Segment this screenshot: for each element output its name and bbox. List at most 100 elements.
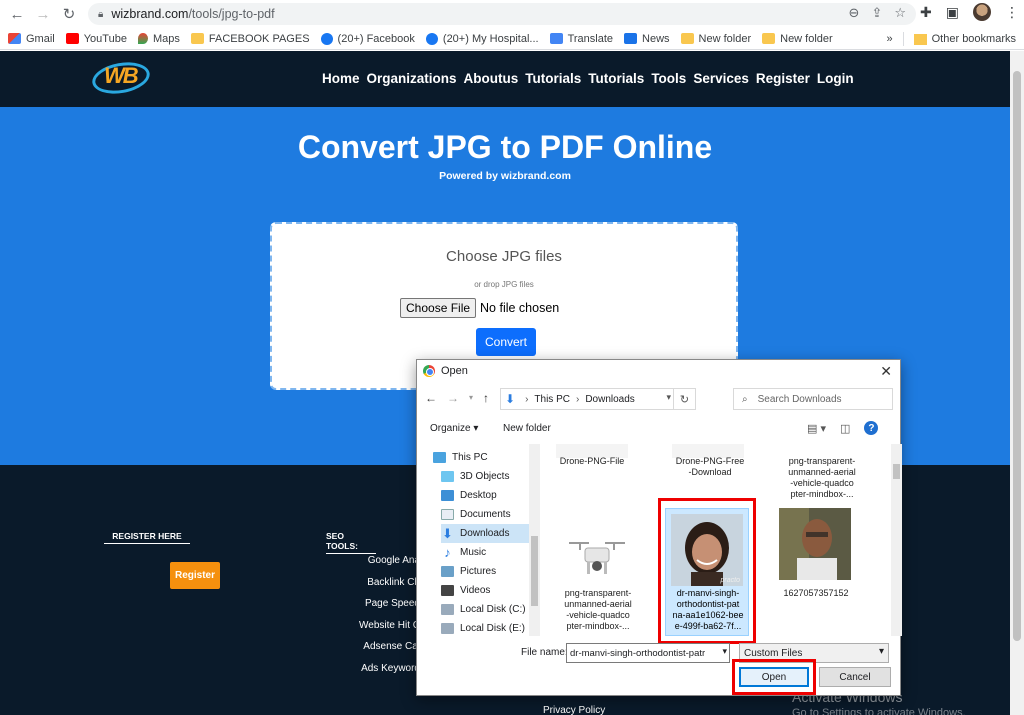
bookmark-my-hospital[interactable]: (20+) My Hospital...	[425, 32, 539, 45]
nav-login[interactable]: Login	[817, 71, 854, 86]
footer-link[interactable]: Page Speed	[354, 598, 420, 620]
music-icon: ♪	[444, 545, 451, 560]
preview-pane-icon[interactable]: ◫	[840, 422, 850, 435]
translate-icon	[549, 33, 563, 44]
footer-privacy-link[interactable]: Privacy Policy	[543, 705, 605, 715]
footer-link[interactable]: Website Hit C	[354, 620, 420, 642]
nav-tutorials-1[interactable]: Tutorials	[525, 71, 581, 86]
bookmark-new-folder-2[interactable]: New folder	[762, 33, 833, 45]
nav-item-videos[interactable]: Videos	[441, 581, 540, 600]
forward-arrow-icon[interactable]: →	[447, 391, 459, 405]
news-icon	[624, 33, 638, 44]
side-panel-icon[interactable]: ▣	[946, 4, 959, 21]
bookmark-new-folder-1[interactable]: New folder	[680, 33, 751, 45]
dialog-filename-row: File name: dr-manvi-singh-orthodontist-p…	[417, 641, 900, 665]
maps-icon	[137, 33, 148, 44]
cancel-button[interactable]: Cancel	[819, 667, 891, 687]
other-bookmarks[interactable]: Other bookmarks	[932, 33, 1016, 45]
profile-avatar[interactable]	[972, 3, 991, 21]
footer-link[interactable]: Backlink Ch	[354, 577, 420, 599]
address-bar[interactable]: 🔒︎ wizbrand.com/tools/jpg-to-pdf ⊖ ⇪ ☆	[88, 3, 916, 25]
help-icon[interactable]: ?	[864, 421, 879, 435]
nav-item-3d-objects[interactable]: 3D Objects	[441, 467, 540, 486]
organize-button[interactable]: Organize ▾	[430, 423, 478, 434]
nav-tools[interactable]: Tools	[651, 71, 686, 86]
back-arrow-icon[interactable]: ←	[425, 391, 437, 405]
3d-objects-icon	[441, 471, 454, 482]
extensions-icon[interactable]: ✚	[920, 4, 932, 21]
nav-item-this-pc[interactable]: This PC	[433, 448, 540, 467]
chevron-down-icon[interactable]: ▾	[666, 392, 671, 403]
file-item-drone-png-free[interactable]: Drone-PNG-Free -Download	[665, 456, 755, 478]
nav-aboutus[interactable]: Aboutus	[464, 71, 519, 86]
refresh-icon[interactable]: ↻	[673, 389, 695, 409]
convert-button[interactable]: Convert	[476, 328, 536, 356]
nav-organizations[interactable]: Organizations	[367, 71, 457, 86]
nav-pane-scrollbar[interactable]	[529, 444, 540, 636]
nav-item-documents[interactable]: Documents	[441, 505, 540, 524]
files-pane-scrollbar[interactable]	[891, 444, 902, 636]
footer-link[interactable]: Ads Keyword	[354, 663, 420, 685]
pictures-icon	[441, 566, 454, 577]
browser-toolbar: ← → ↻ 🔒︎ wizbrand.com/tools/jpg-to-pdf ⊖…	[0, 0, 1024, 28]
nav-item-music[interactable]: ♪ Music	[441, 543, 540, 562]
nav-item-downloads[interactable]: ⬇ Downloads	[441, 524, 529, 543]
file-item-png-transparent-1[interactable]: png-transparent- unmanned-aerial -vehicl…	[777, 456, 867, 500]
close-icon[interactable]: ✕	[880, 363, 892, 380]
file-item-1627057357152[interactable]: 1627057357152	[771, 588, 861, 599]
nav-item-local-disk-c[interactable]: Local Disk (C:)	[441, 600, 540, 619]
nav-register[interactable]: Register	[756, 71, 810, 86]
bookmarks-overflow-button[interactable]: »	[887, 33, 893, 45]
bookmark-youtube[interactable]: YouTube	[65, 33, 127, 45]
nav-services[interactable]: Services	[693, 71, 749, 86]
forward-arrow-icon[interactable]: →	[32, 3, 54, 25]
back-arrow-icon[interactable]: ←	[6, 3, 28, 25]
new-folder-button[interactable]: New folder	[503, 423, 551, 434]
bookmark-facebook-pages[interactable]: FACEBOOK PAGES	[190, 33, 310, 45]
footer-link[interactable]: Google Ana	[354, 555, 420, 577]
up-arrow-icon[interactable]: ↑	[483, 391, 489, 405]
share-icon[interactable]: ⇪	[871, 5, 882, 21]
footer-register-button[interactable]: Register	[170, 562, 220, 589]
bookmark-facebook[interactable]: (20+) Facebook	[320, 32, 415, 45]
nav-tutorials-2[interactable]: Tutorials	[588, 71, 644, 86]
pc-icon	[433, 452, 446, 463]
chrome-icon	[423, 365, 435, 377]
bookmark-gmail[interactable]: Gmail	[8, 33, 55, 45]
breadcrumb-downloads[interactable]: Downloads	[585, 394, 634, 405]
chevron-down-icon[interactable]: ▾	[722, 646, 727, 657]
main-nav: Home Organizations Aboutus Tutorials Tut…	[322, 71, 854, 86]
filename-input[interactable]: dr-manvi-singh-orthodontist-patr ▾	[566, 643, 730, 663]
bookmarks-bar: Gmail YouTube Maps FACEBOOK PAGES (20+) …	[0, 28, 1024, 50]
footer-seo-heading: SEO TOOLS:	[326, 531, 376, 554]
view-options-icon[interactable]: ▤ ▾	[807, 422, 826, 435]
activate-windows-hint: Go to Settings to activate Windows.	[792, 707, 966, 715]
chevron-down-icon[interactable]: ▾	[469, 393, 473, 405]
dialog-search-input[interactable]: ⌕ Search Downloads	[733, 388, 893, 410]
page-scrollbar[interactable]	[1010, 51, 1024, 715]
footer-seo-links: Google Ana Backlink Ch Page Speed Websit…	[354, 555, 420, 685]
zoom-icon[interactable]: ⊖	[849, 5, 860, 21]
bookmark-maps[interactable]: Maps	[137, 33, 180, 45]
star-icon[interactable]: ☆	[894, 5, 906, 21]
downloads-icon: ⬇	[442, 526, 453, 541]
menu-icon[interactable]: ⋮	[1005, 4, 1019, 21]
choose-file-button[interactable]: Choose File	[400, 298, 477, 318]
footer-link[interactable]: Adsense Cal	[354, 641, 420, 663]
bookmark-news[interactable]: News	[624, 33, 670, 45]
highlight-selected-file	[658, 498, 756, 644]
bookmark-translate[interactable]: Translate	[549, 33, 613, 45]
wizbrand-logo[interactable]: WB	[89, 58, 153, 99]
highlight-open-button	[732, 659, 816, 695]
open-file-dialog: Open ✕ ← → ▾ ↑ ⬇ › This PC › Downloads ▾…	[416, 359, 902, 696]
dialog-breadcrumb[interactable]: ⬇ › This PC › Downloads ▾ ↻	[500, 388, 696, 410]
nav-item-pictures[interactable]: Pictures	[441, 562, 540, 581]
nav-item-desktop[interactable]: Desktop	[441, 486, 540, 505]
file-item-drone-png-file[interactable]: Drone-PNG-File	[547, 456, 637, 467]
file-item-png-transparent-2[interactable]: png-transparent- unmanned-aerial -vehicl…	[553, 588, 643, 632]
nav-home[interactable]: Home	[322, 71, 360, 86]
dialog-title: Open	[441, 365, 468, 377]
nav-item-local-disk-e[interactable]: Local Disk (E:)	[441, 619, 540, 636]
breadcrumb-this-pc[interactable]: This PC	[534, 394, 570, 405]
reload-icon[interactable]: ↻	[58, 3, 80, 25]
